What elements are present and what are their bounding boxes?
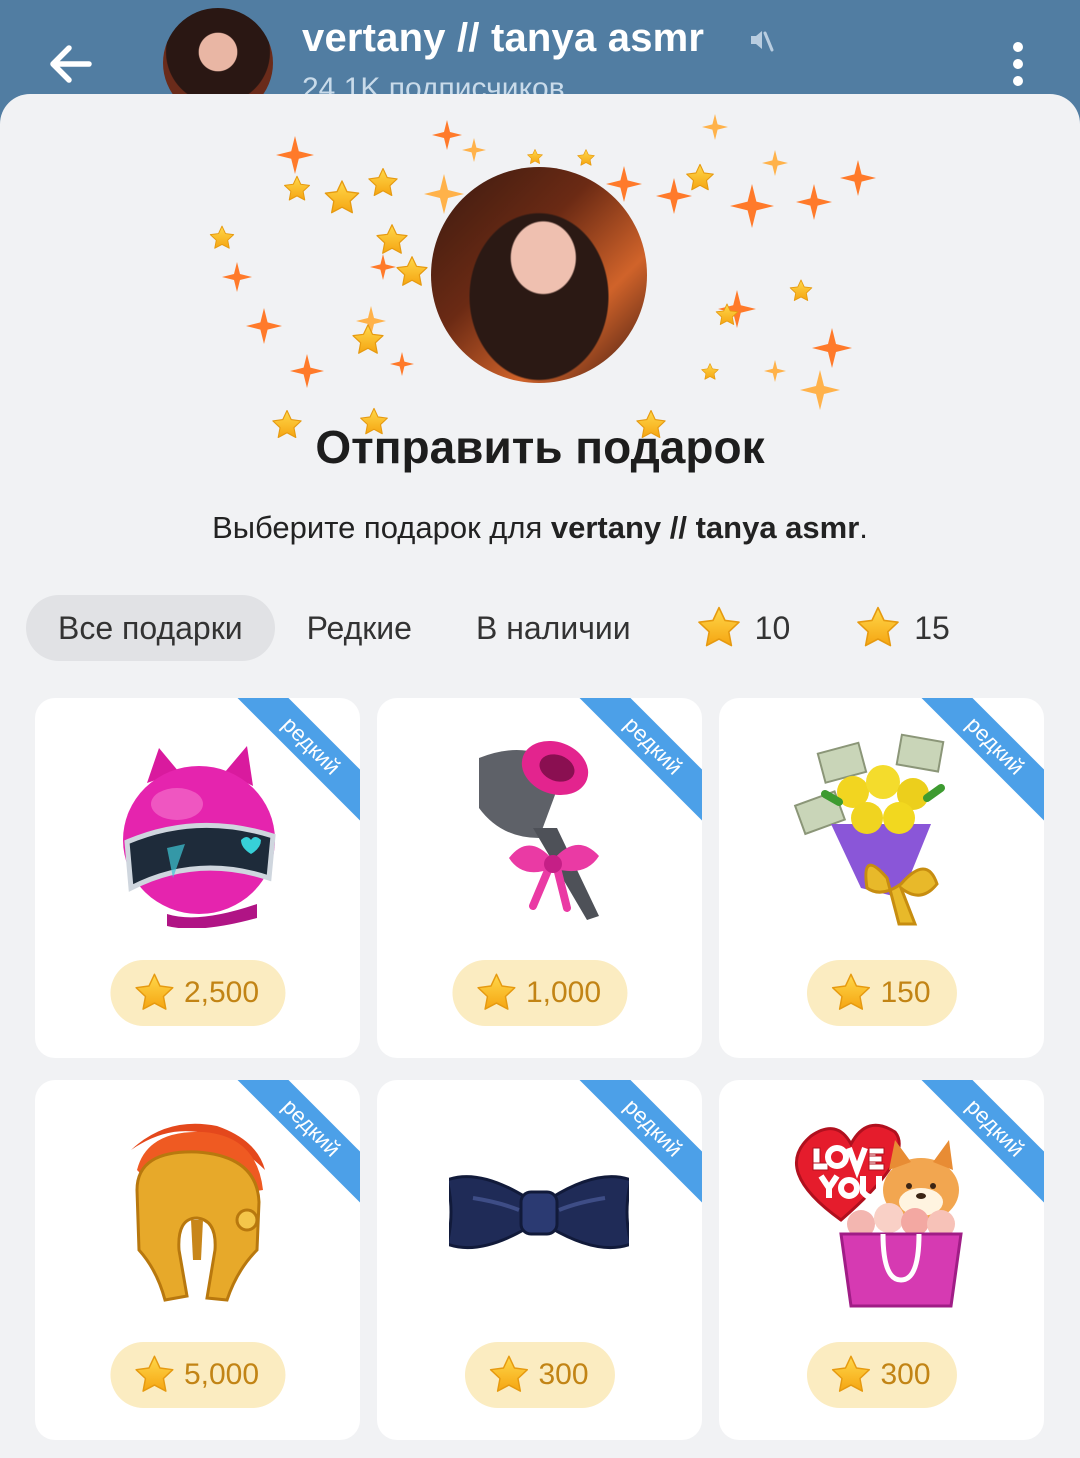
star-icon	[828, 1353, 872, 1397]
gift-filter-tabs: Все подарки Редкие В наличии 10 15	[26, 594, 982, 662]
money-bouquet-icon	[793, 733, 945, 926]
vertical-dots-icon	[1013, 42, 1023, 52]
tab-price-10[interactable]: 10	[663, 595, 823, 661]
star-icon	[828, 971, 872, 1015]
price-badge: 300	[464, 1342, 615, 1408]
price-badge: 5,000	[109, 1342, 286, 1408]
star-icon	[486, 1353, 530, 1397]
gift-card[interactable]: редкий 2,500	[35, 698, 360, 1058]
star-icon	[132, 971, 176, 1015]
tab-rare[interactable]: Редкие	[275, 595, 444, 661]
star-icon	[132, 1353, 176, 1397]
muted-speaker-icon	[751, 31, 774, 52]
helmet-pink-icon	[123, 746, 276, 928]
gift-grid: редкий 2,500 редкий 1,000 редкий 150 ред…	[35, 698, 1045, 1440]
star-icon	[695, 604, 743, 652]
star-icon	[474, 971, 518, 1015]
more-options-button[interactable]	[1000, 36, 1036, 92]
gift-card[interactable]: редкий 300	[719, 1080, 1044, 1440]
recipient-name: vertany // tanya asmr	[550, 510, 860, 545]
price-badge: 1,000	[451, 960, 628, 1026]
gift-card[interactable]: редкий 5,000	[35, 1080, 360, 1440]
channel-title[interactable]: vertany // tanya asmr	[302, 16, 704, 61]
price-badge: 2,500	[109, 960, 286, 1026]
love-you-gift-bag-icon	[795, 1123, 963, 1308]
hair-dryer-icon	[479, 740, 599, 920]
sheet-subtitle: Выберите подарок для vertany // tanya as…	[212, 510, 868, 545]
price-badge: 300	[806, 1342, 957, 1408]
gift-card[interactable]: редкий 300	[377, 1080, 702, 1440]
gift-card[interactable]: редкий 1,000	[377, 698, 702, 1058]
arrow-left-icon	[50, 45, 92, 83]
gift-card[interactable]: редкий 150	[719, 698, 1044, 1058]
tab-price-15[interactable]: 15	[822, 595, 982, 661]
tab-in-stock[interactable]: В наличии	[444, 595, 663, 661]
tab-all-gifts[interactable]: Все подарки	[26, 595, 275, 661]
price-badge: 150	[806, 960, 957, 1026]
recipient-avatar	[431, 167, 647, 383]
gift-sheet: Отправить подарок Выберите подарок для v…	[0, 94, 1080, 1458]
bow-tie-icon	[449, 1175, 629, 1250]
back-button[interactable]	[40, 34, 100, 94]
sheet-title: Отправить подарок	[315, 421, 765, 473]
star-icon	[854, 604, 902, 652]
spartan-helmet-icon	[131, 1123, 265, 1302]
